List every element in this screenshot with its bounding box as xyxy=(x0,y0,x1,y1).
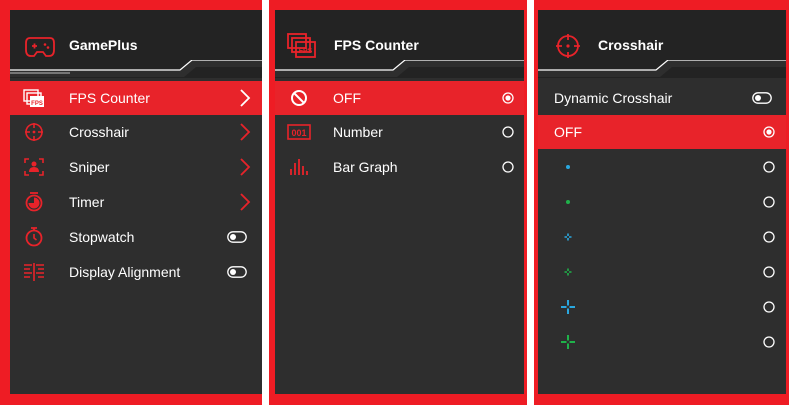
crosshair-panel: Crosshair Dynamic Crosshair OFF xyxy=(538,10,786,394)
chevron-right-icon xyxy=(240,158,251,176)
option-off[interactable]: OFF xyxy=(275,81,524,115)
panel-header: GamePlus xyxy=(10,10,262,78)
menu-item-label: Display Alignment xyxy=(69,264,181,280)
toggle-switch[interactable] xyxy=(227,266,247,278)
gamepad-icon xyxy=(25,37,55,57)
fps-counter-panel: FPS FPS Counter OFF 001 Number Bar Graph xyxy=(275,10,524,394)
menu-item-crosshair[interactable]: Crosshair xyxy=(10,115,262,149)
menu-item-label: FPS Counter xyxy=(69,90,150,106)
crosshair-blue-large-cross-icon xyxy=(561,300,575,314)
panel-header: Crosshair xyxy=(538,10,786,78)
page-title: Crosshair xyxy=(598,37,664,53)
radio-unchecked[interactable] xyxy=(502,126,514,138)
crosshair-green-small-cross-icon xyxy=(564,268,572,276)
radio-checked[interactable] xyxy=(502,92,514,104)
crosshair-option-green-large-cross[interactable] xyxy=(538,325,786,359)
radio-unchecked[interactable] xyxy=(763,301,775,313)
radio-unchecked[interactable] xyxy=(763,336,775,348)
page-title: GamePlus xyxy=(69,37,138,53)
dynamic-crosshair-item[interactable]: Dynamic Crosshair xyxy=(538,81,786,115)
option-label: OFF xyxy=(333,90,361,106)
option-label: Bar Graph xyxy=(333,159,398,175)
svg-text:FPS: FPS xyxy=(31,101,43,107)
header-divider xyxy=(10,60,262,77)
sniper-icon xyxy=(24,158,44,176)
fps-icon: FPS xyxy=(23,89,44,107)
crosshair-option-blue-large-cross[interactable] xyxy=(538,290,786,324)
radio-unchecked[interactable] xyxy=(763,266,775,278)
crosshair-option-blue-dot[interactable] xyxy=(538,150,786,184)
crosshair-option-green-small-cross[interactable] xyxy=(538,255,786,289)
crosshair-blue-dot-icon xyxy=(566,165,570,169)
number-icon: 001 xyxy=(287,124,311,140)
crosshair-option-off[interactable]: OFF xyxy=(538,115,786,149)
option-label: Dynamic Crosshair xyxy=(554,90,673,106)
page-title: FPS Counter xyxy=(334,37,419,53)
radio-unchecked[interactable] xyxy=(502,161,514,173)
crosshair-blue-small-cross-icon xyxy=(564,233,572,241)
option-label: OFF xyxy=(554,124,582,140)
radio-unchecked[interactable] xyxy=(763,161,775,173)
svg-text:001: 001 xyxy=(291,128,306,138)
svg-text:FPS: FPS xyxy=(299,48,313,55)
radio-unchecked[interactable] xyxy=(763,231,775,243)
header-divider xyxy=(275,60,524,77)
crosshair-option-green-dot[interactable] xyxy=(538,185,786,219)
option-label: Number xyxy=(333,124,383,140)
menu-item-sniper[interactable]: Sniper xyxy=(10,150,262,184)
menu-item-label: Stopwatch xyxy=(69,229,135,245)
radio-unchecked[interactable] xyxy=(763,196,775,208)
panel-header: FPS FPS Counter xyxy=(275,10,524,78)
menu-item-label: Sniper xyxy=(69,159,110,175)
display-alignment-icon xyxy=(24,263,44,281)
toggle-switch[interactable] xyxy=(752,92,772,104)
fps-icon: FPS xyxy=(287,33,316,58)
crosshair-option-blue-small-cross[interactable] xyxy=(538,220,786,254)
off-icon xyxy=(291,90,307,106)
option-bar-graph[interactable]: Bar Graph xyxy=(275,150,524,184)
chevron-right-icon xyxy=(240,123,251,141)
crosshair-icon xyxy=(556,34,580,58)
menu-item-fps-counter[interactable]: FPS FPS Counter xyxy=(10,81,262,115)
menu-item-stopwatch[interactable]: Stopwatch xyxy=(10,220,262,254)
gameplus-panel: GamePlus FPS FPS Counter Crosshair Snipe… xyxy=(10,10,262,394)
crosshair-green-large-cross-icon xyxy=(561,335,575,349)
menu-item-label: Timer xyxy=(69,194,105,210)
crosshair-icon xyxy=(25,123,43,141)
header-divider xyxy=(538,60,786,77)
bar-graph-icon xyxy=(290,159,308,175)
crosshair-green-dot-icon xyxy=(566,200,570,204)
menu-item-timer[interactable]: Timer xyxy=(10,185,262,219)
menu-item-label: Crosshair xyxy=(69,124,129,140)
timer-icon xyxy=(25,192,43,212)
chevron-right-icon xyxy=(240,193,251,211)
radio-checked[interactable] xyxy=(763,126,775,138)
stopwatch-icon xyxy=(25,227,43,247)
option-number[interactable]: 001 Number xyxy=(275,115,524,149)
chevron-right-icon xyxy=(240,89,251,107)
toggle-switch[interactable] xyxy=(227,231,247,243)
menu-item-display-alignment[interactable]: Display Alignment xyxy=(10,255,262,289)
